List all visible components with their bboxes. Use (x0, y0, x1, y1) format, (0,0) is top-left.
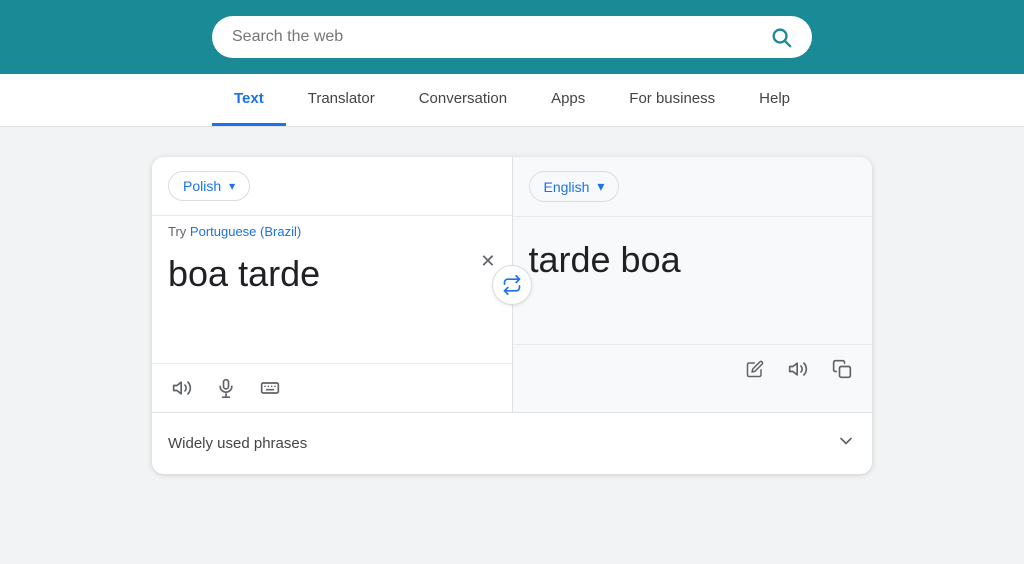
target-lang-dropdown[interactable]: English ▾ (529, 171, 620, 202)
edit-button[interactable] (742, 356, 768, 382)
clear-button[interactable]: ✕ (480, 251, 495, 272)
nav-item-help[interactable]: Help (737, 74, 812, 126)
copy-button[interactable] (828, 355, 856, 383)
search-bar-container (212, 16, 812, 58)
target-text-area: tarde boa (513, 217, 873, 344)
header (0, 0, 1024, 74)
nav-item-conversation[interactable]: Conversation (397, 74, 529, 126)
target-text: tarde boa (529, 237, 857, 284)
phrases-chevron-icon (836, 431, 856, 456)
nav-item-text[interactable]: Text (212, 74, 286, 126)
main-content: Polish ▾ Try Portuguese (Brazil) boa tar… (0, 127, 1024, 504)
source-lang-dropdown[interactable]: Polish ▾ (168, 171, 250, 201)
search-button[interactable] (770, 26, 792, 48)
mic-button[interactable] (212, 374, 240, 402)
translation-panels: Polish ▾ Try Portuguese (Brazil) boa tar… (152, 157, 872, 412)
source-lang-label: Polish (183, 178, 221, 194)
nav-item-apps[interactable]: Apps (529, 74, 607, 126)
source-panel: Polish ▾ Try Portuguese (Brazil) boa tar… (152, 157, 513, 412)
phrases-label: Widely used phrases (168, 435, 307, 452)
target-lang-selector: English ▾ (513, 157, 873, 217)
nav-items: Text Translator Conversation Apps For bu… (212, 74, 812, 126)
keyboard-button[interactable] (256, 374, 284, 402)
nav-item-for-business[interactable]: For business (607, 74, 737, 126)
source-lang-chevron-icon: ▾ (229, 179, 235, 193)
language-suggestion: Try Portuguese (Brazil) (152, 216, 512, 243)
target-lang-label: English (544, 179, 590, 195)
search-input[interactable] (232, 28, 770, 46)
target-panel: English ▾ tarde boa (513, 157, 873, 412)
target-toolbar (513, 344, 873, 393)
source-text-area: boa tarde ✕ (152, 243, 512, 363)
navigation: Text Translator Conversation Apps For bu… (0, 74, 1024, 127)
translator-card: Polish ▾ Try Portuguese (Brazil) boa tar… (152, 157, 872, 474)
swap-button[interactable] (492, 265, 532, 305)
source-lang-selector: Polish ▾ (152, 157, 512, 216)
target-speaker-button[interactable] (784, 355, 812, 383)
widely-used-phrases[interactable]: Widely used phrases (152, 412, 872, 474)
source-toolbar (152, 363, 512, 412)
target-lang-chevron-icon: ▾ (597, 178, 604, 195)
nav-item-translator[interactable]: Translator (286, 74, 397, 126)
suggest-lang-link[interactable]: Portuguese (Brazil) (190, 224, 301, 239)
source-speaker-button[interactable] (168, 374, 196, 402)
source-text: boa tarde (168, 251, 496, 298)
